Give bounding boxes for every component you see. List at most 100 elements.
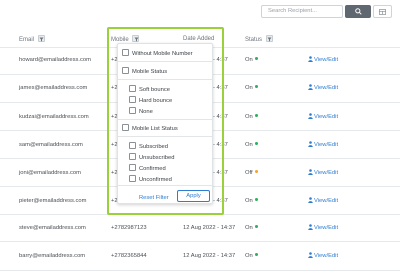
status-text: On bbox=[245, 114, 253, 120]
view-edit-label: View/Edit bbox=[314, 170, 339, 176]
dropdown-divider bbox=[118, 79, 212, 80]
row-email: joni@emailaddress.com bbox=[19, 170, 81, 176]
status-dot bbox=[254, 142, 258, 145]
dropdown-divider bbox=[118, 185, 212, 186]
status-dot bbox=[254, 170, 258, 173]
view-edit-label: View/Edit bbox=[314, 142, 339, 148]
row-mobile: +2782365844 bbox=[111, 253, 147, 259]
email-filter-button[interactable] bbox=[37, 35, 45, 42]
status-text: On bbox=[245, 57, 253, 63]
filter-option-none[interactable]: None bbox=[129, 107, 153, 116]
view-edit-link[interactable]: View/Edit bbox=[308, 56, 338, 64]
view-edit-link[interactable]: View/Edit bbox=[308, 113, 338, 121]
row-email: kudzai@emailaddress.com bbox=[19, 114, 89, 120]
checkbox[interactable] bbox=[129, 107, 136, 114]
view-edit-label: View/Edit bbox=[314, 198, 339, 204]
apply-button[interactable]: Apply bbox=[177, 190, 210, 202]
column-header-status-label: Status bbox=[245, 37, 263, 43]
reset-filter-link[interactable]: Reset Filter bbox=[139, 194, 169, 202]
column-header-status: Status bbox=[245, 35, 273, 44]
filter-option-unconfirmed[interactable]: Unconfirmed bbox=[129, 175, 172, 184]
user-icon bbox=[308, 84, 313, 90]
filter-option-unsubscribed[interactable]: Unsubscribed bbox=[129, 153, 174, 162]
row-status: On bbox=[245, 224, 258, 232]
option-label: None bbox=[139, 109, 153, 115]
checkbox[interactable] bbox=[129, 175, 136, 182]
status-text: On bbox=[245, 142, 253, 148]
checkbox[interactable] bbox=[122, 49, 129, 56]
view-edit-label: View/Edit bbox=[314, 225, 339, 231]
dropdown-divider bbox=[118, 136, 212, 137]
status-filter-button[interactable] bbox=[265, 35, 273, 42]
row-email: howard@emailaddress.com bbox=[19, 57, 91, 63]
dropdown-divider bbox=[118, 119, 212, 120]
view-edit-link[interactable]: View/Edit bbox=[308, 224, 338, 232]
status-text: On bbox=[245, 198, 253, 204]
view-edit-link[interactable]: View/Edit bbox=[308, 252, 338, 260]
checkbox[interactable] bbox=[129, 85, 136, 92]
row-divider bbox=[0, 241, 400, 242]
filter-option-hard-bounce[interactable]: Hard bounce bbox=[129, 96, 172, 105]
option-label: Unsubscribed bbox=[139, 155, 175, 161]
view-edit-link[interactable]: View/Edit bbox=[308, 197, 338, 205]
user-icon bbox=[308, 197, 313, 203]
row-email: pieter@emailaddress.com bbox=[19, 198, 87, 204]
checkbox[interactable] bbox=[122, 124, 129, 131]
column-header-email-label: Email bbox=[19, 37, 35, 43]
filter-option-confirmed[interactable]: Confirmed bbox=[129, 164, 166, 173]
filter-group-mobile-status[interactable]: Mobile Status bbox=[122, 67, 167, 76]
row-status: On bbox=[245, 141, 258, 149]
row-divider bbox=[0, 270, 400, 271]
row-status: On bbox=[245, 56, 258, 64]
filter-option-without-mobile[interactable]: Without Mobile Number bbox=[122, 49, 193, 58]
filter-group-mobile-list-status[interactable]: Mobile List Status bbox=[122, 124, 178, 133]
user-icon bbox=[308, 141, 313, 147]
checkbox[interactable] bbox=[122, 67, 129, 74]
checkbox[interactable] bbox=[129, 164, 136, 171]
filter-option-soft-bounce[interactable]: Soft bounce bbox=[129, 85, 170, 94]
search-button[interactable] bbox=[345, 5, 371, 18]
column-header-email: Email bbox=[19, 35, 45, 44]
user-icon bbox=[308, 224, 313, 230]
row-email: barry@emailaddress.com bbox=[19, 253, 86, 259]
mobile-filter-dropdown: Without Mobile Number Mobile Status Soft… bbox=[117, 43, 213, 204]
status-dot bbox=[254, 225, 258, 228]
row-date: 12 Aug 2022 - 14:37 bbox=[183, 253, 236, 259]
view-edit-label: View/Edit bbox=[314, 114, 339, 120]
view-edit-label: View/Edit bbox=[314, 85, 339, 91]
option-label: Hard bounce bbox=[139, 98, 173, 104]
row-status: On bbox=[245, 84, 258, 92]
row-status: On bbox=[245, 197, 258, 205]
view-edit-link[interactable]: View/Edit bbox=[308, 84, 338, 92]
status-dot bbox=[254, 198, 258, 201]
status-dot bbox=[254, 114, 258, 117]
checkbox[interactable] bbox=[129, 96, 136, 103]
row-status: On bbox=[245, 252, 258, 260]
user-icon bbox=[308, 113, 313, 119]
status-text: On bbox=[245, 85, 253, 91]
option-label: Subscribed bbox=[139, 144, 169, 150]
row-mobile: +2782987123 bbox=[111, 225, 147, 231]
user-icon bbox=[308, 56, 313, 62]
table-row: barry@emailaddress.com +2782365844 12 Au… bbox=[0, 252, 400, 272]
filter-option-subscribed[interactable]: Subscribed bbox=[129, 142, 168, 151]
view-edit-label: View/Edit bbox=[314, 57, 339, 63]
search-icon bbox=[354, 8, 362, 15]
filter-icon bbox=[267, 37, 272, 41]
row-status: Off bbox=[245, 169, 258, 177]
status-text: On bbox=[245, 225, 253, 231]
option-label: Without Mobile Number bbox=[132, 51, 193, 57]
view-edit-link[interactable]: View/Edit bbox=[308, 169, 338, 177]
checkbox[interactable] bbox=[129, 153, 136, 160]
search-input[interactable]: Search Recipient... bbox=[261, 5, 343, 18]
view-edit-link[interactable]: View/Edit bbox=[308, 141, 338, 149]
status-text: Off bbox=[245, 170, 253, 176]
group-label: Mobile Status bbox=[132, 69, 168, 75]
row-email: sam@emailaddress.com bbox=[19, 142, 83, 148]
checkbox[interactable] bbox=[129, 142, 136, 149]
row-email: steve@emailaddress.com bbox=[19, 225, 86, 231]
columns-toggle-button[interactable] bbox=[373, 5, 392, 18]
dropdown-divider bbox=[118, 61, 212, 62]
view-edit-label: View/Edit bbox=[314, 253, 339, 259]
user-icon bbox=[308, 252, 313, 258]
